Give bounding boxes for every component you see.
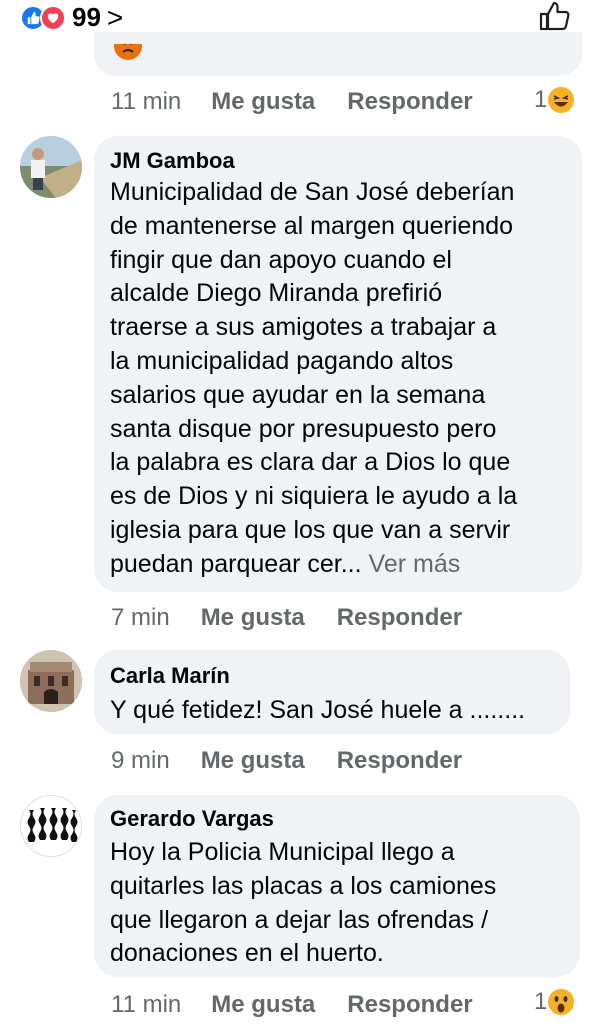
see-more-link[interactable]: Ver más	[369, 550, 461, 578]
comment-line: que llegaron a dejar las ofrendas /	[110, 905, 489, 934]
previous-comment-bubble	[94, 32, 582, 76]
reply-button[interactable]: Responder	[347, 991, 472, 1019]
comment-actions: 7 min Me gusta Responder	[111, 604, 462, 632]
comment-line: salarios que ayudar en la semana	[110, 380, 486, 409]
comment-time[interactable]: 11 min	[111, 88, 181, 116]
avatar[interactable]	[20, 136, 82, 198]
comment-line: santa disque por presupuesto pero	[110, 414, 497, 443]
reply-button[interactable]: Responder	[337, 604, 462, 632]
previous-comment-actions: 11 min Me gusta Responder	[111, 88, 473, 116]
love-reaction-icon	[40, 4, 66, 31]
comment-time[interactable]: 9 min	[111, 747, 170, 775]
comment-line: Hoy la Policia Municipal llego a	[110, 838, 455, 866]
avatar[interactable]	[20, 650, 82, 712]
surprised-emoji-icon	[548, 989, 575, 1015]
comment-actions: 11 min Me gusta Responder	[111, 991, 473, 1019]
like-button[interactable]: Me gusta	[201, 604, 305, 632]
reaction-count: 1	[534, 86, 548, 113]
like-button[interactable]: Me gusta	[211, 991, 315, 1019]
comment-author[interactable]: Gerardo Vargas	[110, 806, 274, 832]
comment-time[interactable]: 11 min	[111, 991, 181, 1019]
comment-text: Hoy la Policia Municipal llego a quitarl…	[110, 836, 496, 971]
reply-button[interactable]: Responder	[347, 88, 472, 116]
comment-line: de mantenerse al margen queriendo	[110, 211, 514, 240]
comment-line: fingir que dan apoyo cuando el	[110, 245, 452, 274]
comment-author[interactable]: JM Gamboa	[110, 148, 235, 174]
like-button[interactable]: Me gusta	[211, 88, 315, 116]
avatar[interactable]	[20, 795, 82, 857]
thumbs-up-outline-icon[interactable]	[538, 0, 572, 32]
comment-author[interactable]: Carla Marín	[110, 663, 230, 689]
reaction-summary[interactable]: 99 >	[20, 2, 123, 33]
comment-line: donaciones en el huerto.	[110, 939, 384, 968]
comment-time[interactable]: 7 min	[111, 604, 170, 632]
comment-line: puedan parquear cer... Ver más	[110, 548, 517, 582]
reaction-summary-bar: 99 >	[0, 0, 600, 34]
comment-line: traerse a sus amigotes a trabajar a	[110, 313, 497, 342]
angry-emoji-icon	[114, 44, 142, 60]
comment-line: la municipalidad pagando altos	[110, 346, 454, 375]
comment-line: es de Dios y ni siquiera le ayudo a la	[110, 482, 518, 511]
comment-line: Y qué fetidez! San José huele a ........	[110, 696, 526, 724]
laughing-emoji-icon	[548, 87, 575, 113]
comment-text: Y qué fetidez! San José huele a ........	[110, 694, 525, 728]
comment-line: alcalde Diego Miranda prefirió	[110, 279, 443, 308]
comment-line: Municipalidad de San José deberían	[110, 178, 515, 206]
chevron-right-icon: >	[106, 1, 124, 33]
comment-actions: 9 min Me gusta Responder	[111, 747, 462, 775]
like-button[interactable]: Me gusta	[201, 747, 305, 775]
comment-line-text: puedan parquear cer...	[110, 549, 362, 578]
comment-reaction-badge[interactable]: 1	[534, 988, 575, 1016]
comment-line: iglesia para que los que van a servir	[110, 515, 511, 544]
comment-line: quitarles las placas a los camiones	[110, 871, 497, 900]
comment-line: la palabra es clara dar a Dios lo que	[110, 448, 511, 477]
comment-reaction-badge[interactable]: 1	[534, 86, 575, 114]
reaction-count: 1	[534, 988, 548, 1015]
comment-text: Municipalidad de San José deberían de ma…	[110, 176, 517, 582]
reaction-count: 99	[72, 2, 101, 32]
reply-button[interactable]: Responder	[337, 747, 462, 775]
